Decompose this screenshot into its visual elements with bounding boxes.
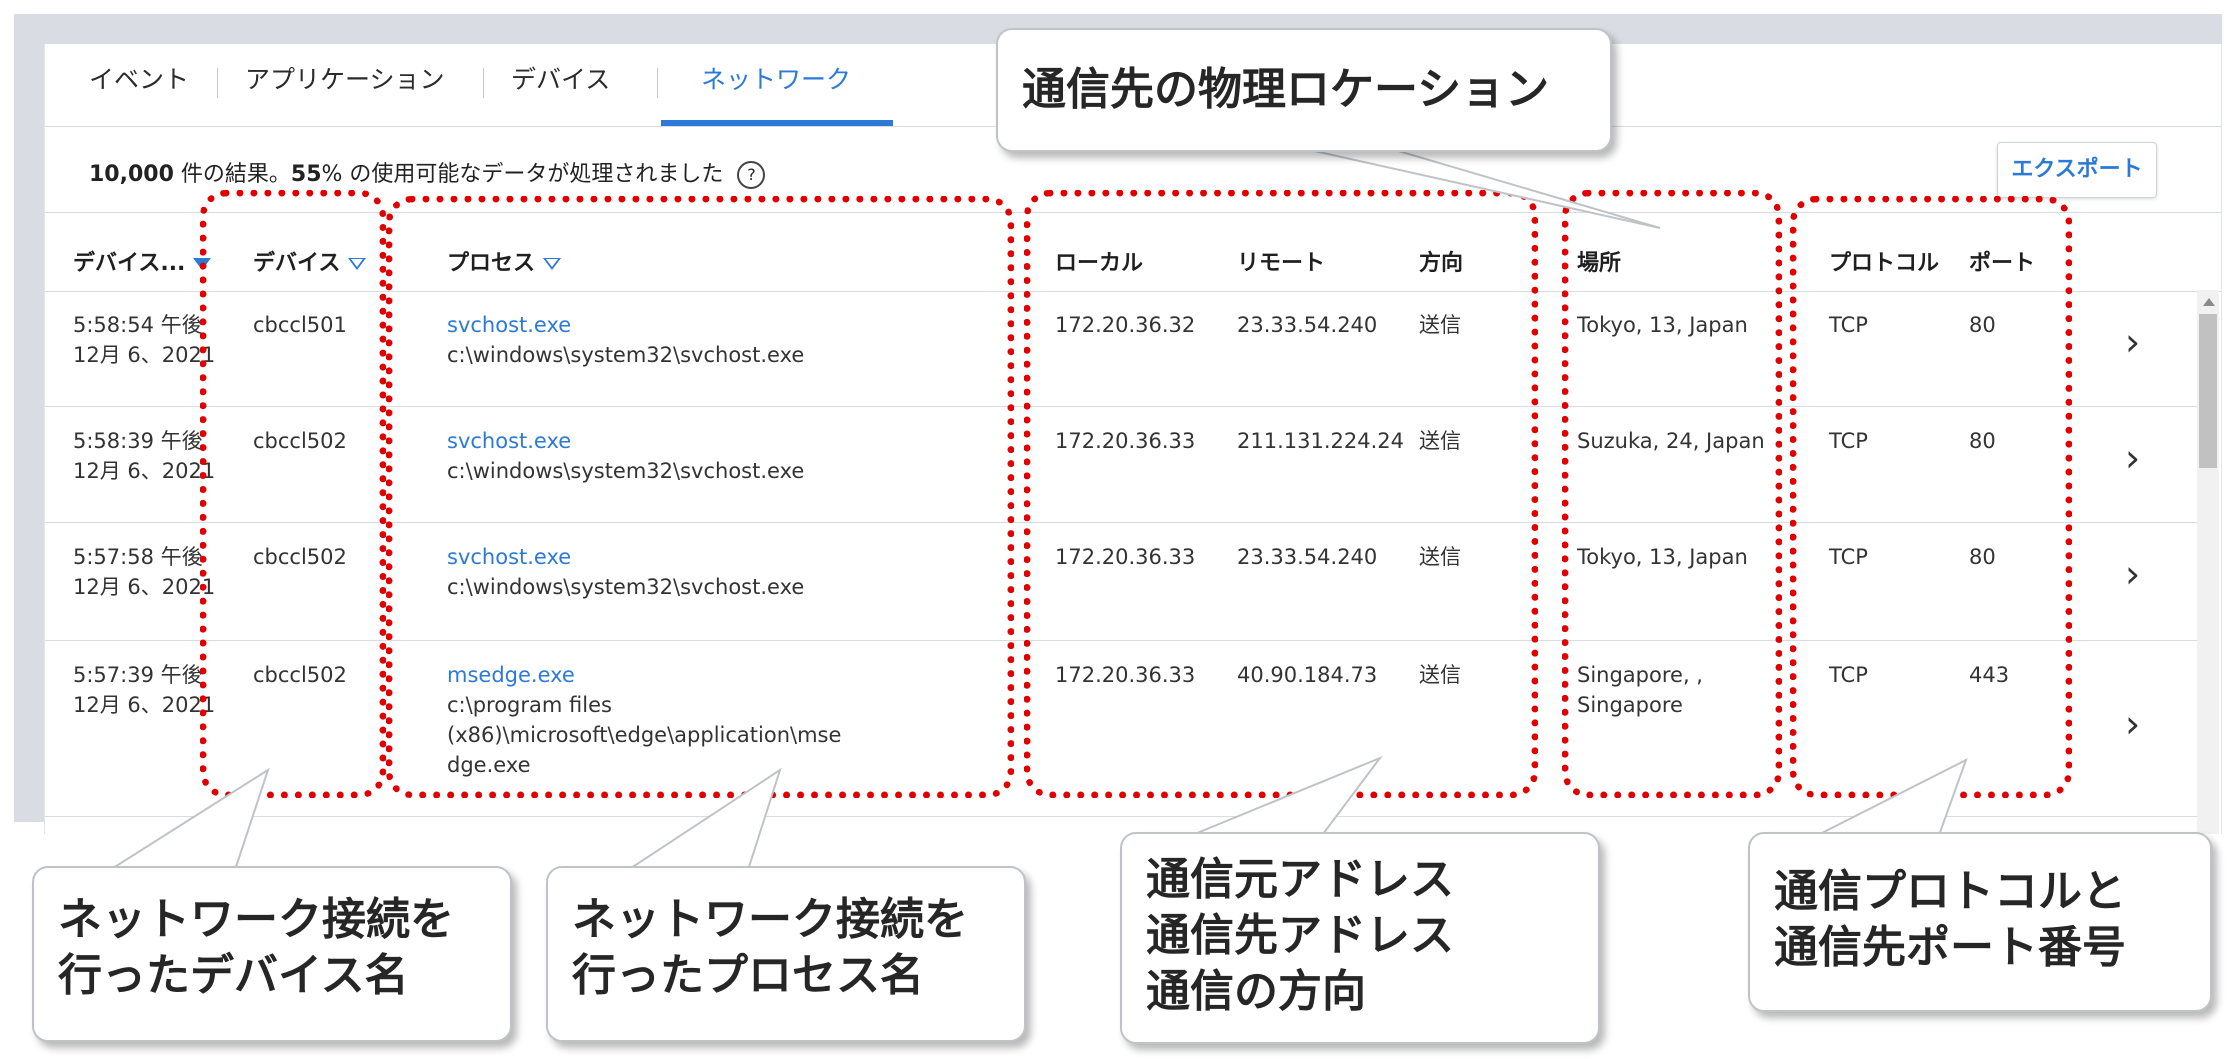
help-icon[interactable]: ? xyxy=(737,161,766,189)
vertical-scrollbar[interactable] xyxy=(2197,290,2219,834)
chevron-right-icon[interactable]: › xyxy=(2125,436,2140,480)
export-button[interactable]: エクスポート xyxy=(1997,142,2157,198)
results-summary: 10,000 件の結果。55% の使用可能なデータが処理されました? xyxy=(89,156,766,189)
column-label: デバイス... xyxy=(73,251,186,276)
callout-text: ネットワーク接続を xyxy=(58,894,454,945)
callout-text: ネットワーク接続を xyxy=(572,894,968,945)
callout-text: 通信プロトコルと xyxy=(1774,866,2126,917)
callout-text: 通信の方向 xyxy=(1146,966,1366,1017)
result-count: 10,000 xyxy=(89,162,174,187)
callout-text: 通信先ポート番号 xyxy=(1774,922,2126,973)
callout-text: 行ったデバイス名 xyxy=(58,950,409,1001)
row-date: 12月 6、2021 xyxy=(73,575,216,599)
processed-text: % の使用可能なデータが処理されました xyxy=(321,162,724,187)
location-highlight-box xyxy=(1562,190,1782,798)
callout-text: 通信先の物理ロケーション xyxy=(1022,64,1550,115)
tab-events[interactable]: イベント xyxy=(89,67,189,126)
tab-applications[interactable]: アプリケーション xyxy=(245,67,445,126)
callout-process: ネットワーク接続を 行ったプロセス名 xyxy=(546,866,1026,1042)
chevron-right-icon[interactable]: › xyxy=(2125,320,2140,364)
tab-devices[interactable]: デバイス xyxy=(511,67,610,126)
chevron-right-icon[interactable]: › xyxy=(2125,552,2140,596)
row-date: 12月 6、2021 xyxy=(73,343,216,367)
row-time: 5:58:54 午後 xyxy=(73,313,203,337)
callout-protocol: 通信プロトコルと 通信先ポート番号 xyxy=(1748,832,2212,1012)
row-date: 12月 6、2021 xyxy=(73,693,216,717)
address-highlight-box xyxy=(1024,190,1538,798)
scroll-thumb[interactable] xyxy=(2199,314,2217,468)
device-highlight-box xyxy=(200,190,386,798)
row-time: 5:58:39 午後 xyxy=(73,429,203,453)
row-time: 5:57:39 午後 xyxy=(73,663,203,687)
row-date: 12月 6、2021 xyxy=(73,459,216,483)
tab-divider xyxy=(483,68,484,98)
column-device-time[interactable]: デバイス... xyxy=(73,245,212,277)
callout-address: 通信元アドレス 通信先アドレス 通信の方向 xyxy=(1120,832,1600,1044)
callout-text: 通信先アドレス xyxy=(1146,910,1454,961)
results-text: 件の結果。 xyxy=(173,162,291,187)
processed-percent: 55 xyxy=(290,162,322,187)
protocol-highlight-box xyxy=(1790,196,2072,798)
row-time: 5:57:58 午後 xyxy=(73,545,203,569)
scroll-up-icon[interactable] xyxy=(2203,298,2215,306)
callout-text: 行ったプロセス名 xyxy=(572,950,924,1001)
tab-divider xyxy=(657,68,658,98)
callout-location: 通信先の物理ロケーション xyxy=(996,28,1612,152)
callout-text: 通信元アドレス xyxy=(1146,854,1454,905)
chevron-right-icon[interactable]: › xyxy=(2125,702,2140,746)
tab-network[interactable]: ネットワーク xyxy=(660,67,894,126)
tab-divider xyxy=(217,68,218,98)
callout-device: ネットワーク接続を 行ったデバイス名 xyxy=(32,866,512,1042)
process-highlight-box xyxy=(386,196,1014,798)
